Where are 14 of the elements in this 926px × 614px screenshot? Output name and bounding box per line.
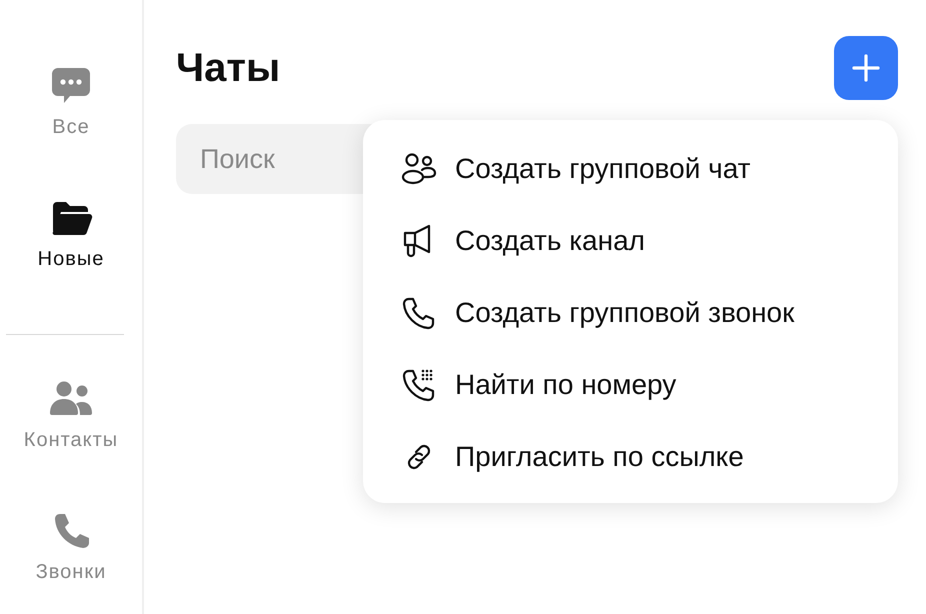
menu-item[interactable]: Создать групповой звонок — [363, 277, 898, 349]
phone-icon — [401, 296, 437, 330]
add-button[interactable] — [834, 36, 898, 100]
phone-keypad-icon — [401, 368, 437, 402]
page-title: Чаты — [176, 45, 280, 92]
sidebar-tab[interactable]: Все — [0, 66, 142, 198]
people-icon — [401, 152, 437, 186]
menu-item[interactable]: Создать канал — [363, 205, 898, 277]
sidebar-tab[interactable]: Звонки — [0, 511, 142, 614]
menu-item[interactable]: Пригласить по ссылке — [363, 421, 898, 493]
sidebar-tab[interactable]: Контакты — [0, 379, 142, 511]
plus-icon — [851, 53, 881, 83]
menu-item[interactable]: Найти по номеру — [363, 349, 898, 421]
sidebar-tab[interactable]: Новые — [0, 198, 142, 330]
